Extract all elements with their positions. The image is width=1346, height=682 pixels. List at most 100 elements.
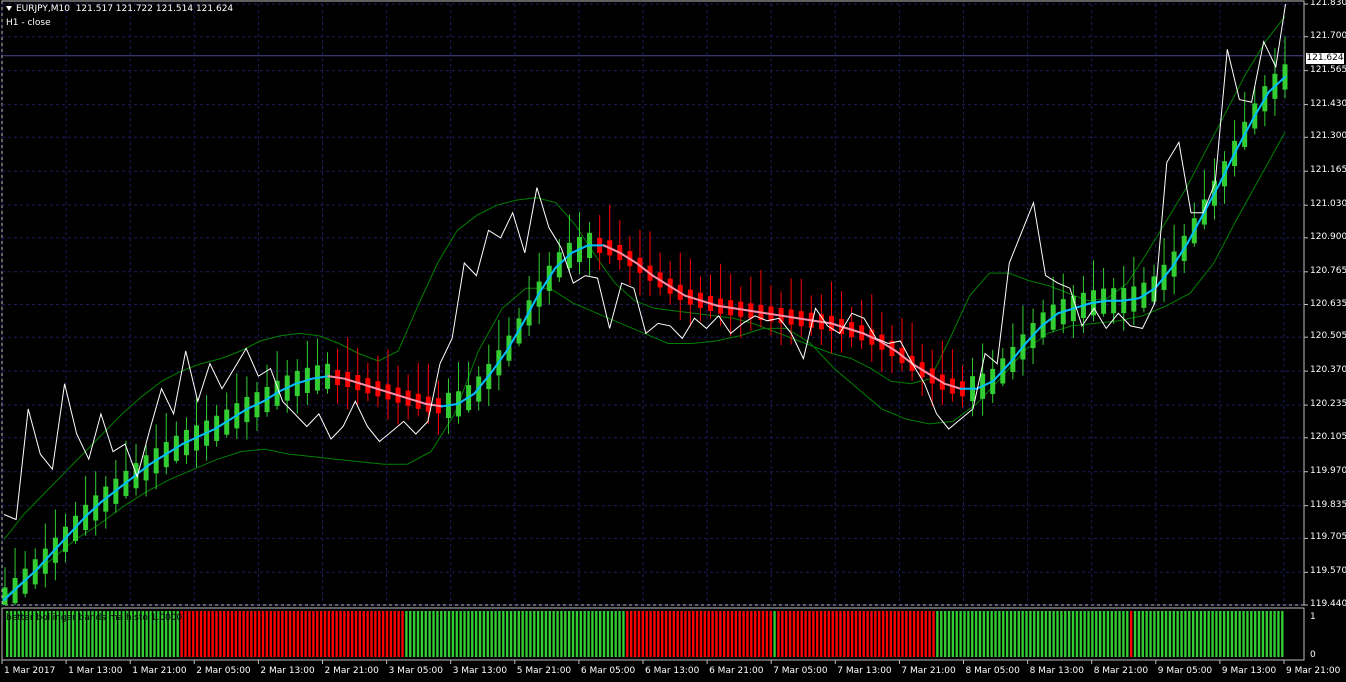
histogram-bar (304, 611, 307, 657)
histogram-bar (1133, 611, 1137, 657)
histogram-bar (816, 611, 819, 657)
histogram-bar (986, 611, 989, 657)
histogram-bar (203, 611, 207, 657)
histogram-bar (1126, 611, 1129, 657)
histogram-bar (374, 611, 377, 657)
histogram-bar (819, 611, 823, 657)
x-tick-label: 5 Mar 21:00 (516, 666, 572, 676)
histogram-bar (1021, 611, 1024, 657)
histogram-bar (1141, 611, 1144, 657)
main-frame (1, 0, 1305, 606)
histogram-bar (192, 611, 195, 657)
histogram-bar (389, 611, 393, 657)
histogram-bar (370, 611, 373, 657)
x-tick-label: 2 Mar 05:00 (196, 666, 251, 676)
histogram-bar (1110, 611, 1113, 657)
histogram-bar (947, 611, 951, 657)
histogram-bar (1122, 611, 1125, 657)
histogram-bar (300, 611, 303, 657)
symbol-header-text: EURJPY,M10 121.517 121.722 121.514 121.6… (16, 4, 234, 14)
histogram-bar (1222, 611, 1226, 657)
histogram-bar (1075, 611, 1079, 657)
histogram-bar (715, 611, 718, 657)
histogram-bar (564, 611, 567, 657)
ma-line-segment (440, 402, 460, 408)
histogram-bar (188, 611, 191, 657)
histogram-bar (610, 611, 613, 657)
collapse-triangle-icon[interactable] (6, 6, 12, 11)
x-tick-label: 3 Mar 05:00 (388, 666, 443, 676)
histogram-bar (1211, 611, 1214, 657)
histogram-bar (591, 611, 594, 657)
histogram-bar (680, 611, 683, 657)
y-tick-label: 121.700 (1310, 30, 1346, 41)
histogram-bar (556, 611, 559, 657)
x-tick-label: 2 Mar 13:00 (260, 666, 315, 676)
histogram-bar (738, 611, 741, 657)
histogram-bar (920, 611, 924, 657)
histogram-bar (672, 611, 676, 657)
histogram-bar (529, 611, 532, 657)
histogram-bar (381, 611, 385, 657)
current-price-tag: 121.624 (1306, 53, 1344, 64)
y-tick-label: 120.370 (1310, 365, 1346, 376)
histogram-bar (195, 611, 199, 657)
histogram-bar (409, 611, 412, 657)
histogram-bar (219, 611, 222, 657)
y-tick-label: 120.635 (1310, 298, 1346, 309)
histogram-bar (629, 611, 633, 657)
y-tick-label: 120.235 (1310, 399, 1346, 410)
histogram-bar (858, 611, 862, 657)
histogram-bar (870, 611, 873, 657)
histogram-bar (1242, 611, 1245, 657)
histogram-bar (1234, 611, 1237, 657)
histogram-bar (254, 611, 257, 657)
histogram-bar (1079, 611, 1082, 657)
y-tick-label: 120.105 (1310, 431, 1346, 442)
histogram-bar (808, 611, 811, 657)
histogram-bar (393, 611, 396, 657)
histogram-bar (777, 611, 780, 657)
x-tick-label: 1 Mar 2017 (4, 666, 56, 676)
histogram-bar (866, 611, 869, 657)
histogram-bar (602, 611, 606, 657)
histogram-bar (967, 611, 970, 657)
histogram-bar (397, 611, 400, 657)
histogram-bar (273, 611, 276, 657)
histogram-bar (901, 611, 904, 657)
histogram-bar (699, 611, 703, 657)
x-tick-label: 9 Mar 13:00 (1221, 666, 1277, 676)
histogram-bar (955, 611, 958, 657)
histogram-bar (1253, 611, 1257, 657)
histogram-bar (285, 611, 288, 657)
chart-canvas[interactable] (0, 0, 1346, 682)
histogram-bar (269, 611, 272, 657)
histogram-bar (723, 611, 726, 657)
histogram-bar (711, 611, 714, 657)
histogram-bar (292, 611, 296, 657)
histogram-bar (1095, 611, 1098, 657)
histogram-bar (943, 611, 947, 657)
histogram-bar (653, 611, 656, 657)
y-tick-label: 119.705 (1310, 532, 1346, 543)
histogram-bar (1013, 611, 1017, 657)
y-tick-label: 121.430 (1310, 98, 1346, 109)
histogram-bar (405, 611, 408, 657)
histogram-bar (1102, 611, 1106, 657)
histogram-bar (773, 611, 776, 657)
ma-line-segment (732, 307, 751, 312)
chart-window[interactable]: { "header": { "symbol_line": "EURJPY,M10… (0, 0, 1346, 682)
histogram-bar (1067, 611, 1071, 657)
histogram-bar (595, 611, 598, 657)
histogram-bar (1191, 611, 1195, 657)
histogram-bar (358, 611, 362, 657)
histogram-bar (1040, 611, 1044, 657)
histogram-bar (451, 611, 455, 657)
histogram-bar (1160, 611, 1164, 657)
subwindow-label: better bollinger bands ma histo 1.0000 (6, 613, 183, 623)
histogram-bar (1168, 611, 1172, 657)
histogram-bar (281, 611, 284, 657)
histogram-bar (684, 611, 687, 657)
histogram-bar (1052, 611, 1055, 657)
histogram-bar (885, 611, 889, 657)
